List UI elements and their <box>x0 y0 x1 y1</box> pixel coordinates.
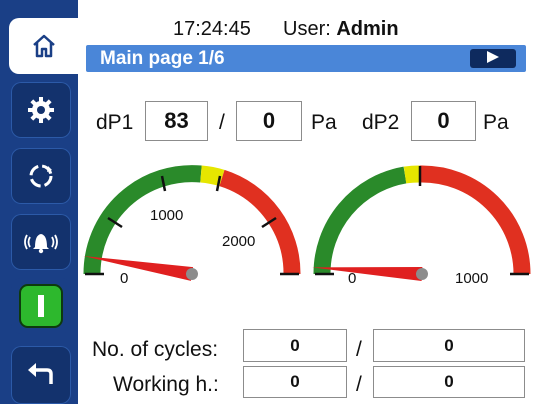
back-arrow-icon <box>25 360 57 390</box>
cycles-separator: / <box>356 338 362 361</box>
gauge-red-zone <box>219 169 301 275</box>
hours-label: Working h.: <box>113 373 219 396</box>
user-name: Admin <box>336 18 399 40</box>
gauge-yellow-zone <box>403 165 421 184</box>
cycles-value: 0 <box>243 329 347 362</box>
sidebar <box>0 0 78 404</box>
dp2-label: dP2 <box>362 111 400 134</box>
dp1-gauge: 0 1000 2000 <box>83 165 301 287</box>
page-title: Main page 1/6 <box>100 48 225 69</box>
status-bar: 17:24:45 User: Admin <box>78 14 534 40</box>
dp1-gauge-tick-2000: 2000 <box>222 233 255 250</box>
dp2-gauge-hub <box>416 268 428 280</box>
next-page-button[interactable] <box>470 49 516 68</box>
page-title-bar: Main page 1/6 <box>86 45 526 72</box>
sidebar-item-back[interactable] <box>11 346 71 404</box>
hours-separator: / <box>356 373 362 396</box>
user-label: User: <box>283 18 331 40</box>
sidebar-item-alarms[interactable] <box>11 214 71 270</box>
clock: 17:24:45 <box>173 18 251 40</box>
dp1-value: 83 <box>145 101 208 141</box>
dp1-separator: / <box>219 111 225 134</box>
dp1-gauge-hub <box>186 268 198 280</box>
cycles-label: No. of cycles: <box>92 338 219 361</box>
hours-total: 0 <box>373 366 525 398</box>
gear-icon <box>25 94 57 126</box>
gauge-green-zone <box>313 166 407 275</box>
home-icon <box>29 31 59 61</box>
dp2-value: 0 <box>411 101 476 141</box>
dp1-gauge-tick-0: 0 <box>120 270 128 287</box>
dp2-unit: Pa <box>483 111 509 134</box>
dp1-gauge-tick-1000: 1000 <box>150 207 183 224</box>
play-icon <box>486 50 500 68</box>
sidebar-item-start[interactable] <box>11 278 71 334</box>
power-on-icon <box>19 284 63 328</box>
dp1-unit: Pa <box>311 111 337 134</box>
dp2-gauge-tick-1000: 1000 <box>455 270 488 287</box>
dp1-setpoint[interactable]: 0 <box>236 101 302 141</box>
gauge-red-zone <box>419 165 531 275</box>
refresh-icon <box>26 161 56 191</box>
dp1-label: dP1 <box>96 111 134 134</box>
sidebar-item-settings[interactable] <box>11 82 71 138</box>
cycles-total: 0 <box>373 329 525 362</box>
hours-value: 0 <box>243 366 347 398</box>
sidebar-item-home[interactable] <box>9 18 78 74</box>
alarm-bell-icon <box>23 227 59 257</box>
dp2-gauge: 0 1000 <box>312 165 531 287</box>
sidebar-item-cycle[interactable] <box>11 148 71 204</box>
user-indicator: User: Admin <box>283 18 399 41</box>
